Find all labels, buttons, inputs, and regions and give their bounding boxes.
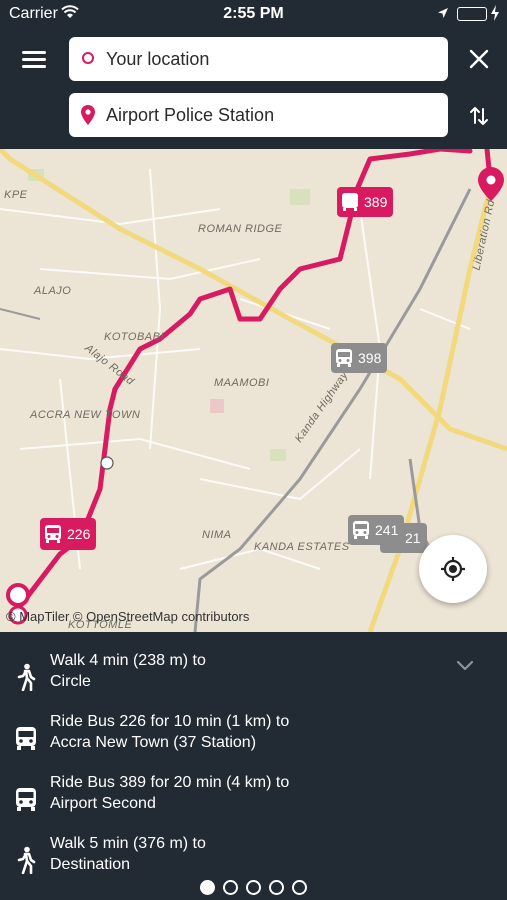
map-place-label: ALAJO <box>34 285 72 297</box>
direction-text: Ride Bus 389 for 20 min (4 km) to Airpor… <box>50 772 289 814</box>
charging-icon <box>490 4 500 27</box>
direction-line1: Walk 5 min (376 m) to <box>50 835 206 852</box>
destination-value: Airport Police Station <box>106 105 275 125</box>
directions-panel: Walk 4 min (238 m) to Circle Ride Bus 22… <box>0 632 507 900</box>
clock: 2:55 PM <box>223 5 284 22</box>
status-bar: Carrier 2:55 PM <box>0 0 507 28</box>
battery-icon <box>457 7 487 21</box>
chevron-down-icon[interactable] <box>456 660 474 672</box>
origin-value: Your location <box>106 49 210 69</box>
bus-icon <box>16 727 36 750</box>
map-place-label: KPE <box>4 189 28 201</box>
close-icon[interactable] <box>468 48 490 70</box>
bus-marker-number: 241 <box>375 522 399 538</box>
screen: Carrier 2:55 PM Your location Airport Po… <box>0 0 507 900</box>
map-place-label: NIMA <box>202 529 232 541</box>
page-dot[interactable] <box>292 880 307 895</box>
bus-marker-number: 398 <box>358 350 382 366</box>
locate-me-button[interactable] <box>419 535 487 603</box>
bus-icon <box>16 788 36 811</box>
page-dot[interactable] <box>246 880 261 895</box>
bus-stop-marker-226[interactable]: 226 <box>40 518 97 550</box>
direction-text: Walk 5 min (376 m) to Destination <box>50 833 206 875</box>
bus-stop-marker-389[interactable]: 389 <box>337 187 394 217</box>
map-place-label: KANDA ESTATES <box>254 541 350 553</box>
direction-text: Ride Bus 226 for 10 min (1 km) to Accra … <box>50 711 289 753</box>
direction-text: Walk 4 min (238 m) to Circle <box>50 650 206 692</box>
walk-icon <box>17 846 36 874</box>
direction-line2: Circle <box>50 673 91 690</box>
origin-ring-icon <box>82 52 94 64</box>
origin-field[interactable]: Your location <box>69 37 448 81</box>
map-place-label: KOTOBABI <box>104 331 165 343</box>
bus-marker-number: 389 <box>364 194 388 210</box>
map-place-label: MAAMOBI <box>214 377 270 389</box>
walk-icon <box>17 663 36 691</box>
map-place-label: ACCRA NEW TOWN <box>30 409 141 421</box>
map-attribution[interactable]: © MapTiler © OpenStreetMap contributors <box>6 609 249 624</box>
page-dot[interactable] <box>200 880 215 895</box>
bus-stop-marker-398[interactable]: 398 <box>331 343 388 373</box>
location-services-icon <box>437 6 449 24</box>
bus-icon <box>336 349 352 367</box>
direction-line1: Walk 4 min (238 m) to <box>50 652 206 669</box>
swap-arrows-icon[interactable] <box>467 104 491 128</box>
bus-marker-number: 226 <box>67 526 91 542</box>
direction-line2: Destination <box>50 856 131 873</box>
bus-icon <box>353 521 369 539</box>
direction-step[interactable]: Ride Bus 226 for 10 min (1 km) to Accra … <box>0 711 507 767</box>
direction-line1: Ride Bus 389 for 20 min (4 km) to <box>50 774 290 791</box>
destination-field[interactable]: Airport Police Station <box>69 93 448 137</box>
direction-step[interactable]: Ride Bus 389 for 20 min (4 km) to Airpor… <box>0 772 507 828</box>
bus-icon <box>45 525 61 543</box>
bus-stop-marker-241[interactable]: 241 <box>348 515 405 545</box>
bus-icon <box>342 193 358 211</box>
map-place-label: ROMAN RIDGE <box>198 223 283 235</box>
bus-marker-number: 21 <box>405 530 421 546</box>
direction-step[interactable]: Walk 4 min (238 m) to Circle <box>0 650 507 706</box>
direction-line2: Accra New Town (37 Station) <box>50 734 257 751</box>
locate-crosshair-icon <box>441 557 465 581</box>
page-dot[interactable] <box>269 880 284 895</box>
map-view[interactable]: KPE ROMAN RIDGE ALAJO KOTOBABI Alajo Roa… <box>0 149 507 632</box>
destination-pin-icon <box>81 105 95 125</box>
page-dot[interactable] <box>223 880 238 895</box>
direction-line1: Ride Bus 226 for 10 min (1 km) to <box>50 713 290 730</box>
hamburger-menu-icon[interactable] <box>22 49 48 71</box>
route-search-header: Your location Airport Police Station <box>0 28 507 149</box>
direction-line2: Airport Second <box>50 795 156 812</box>
page-indicator <box>0 880 507 900</box>
